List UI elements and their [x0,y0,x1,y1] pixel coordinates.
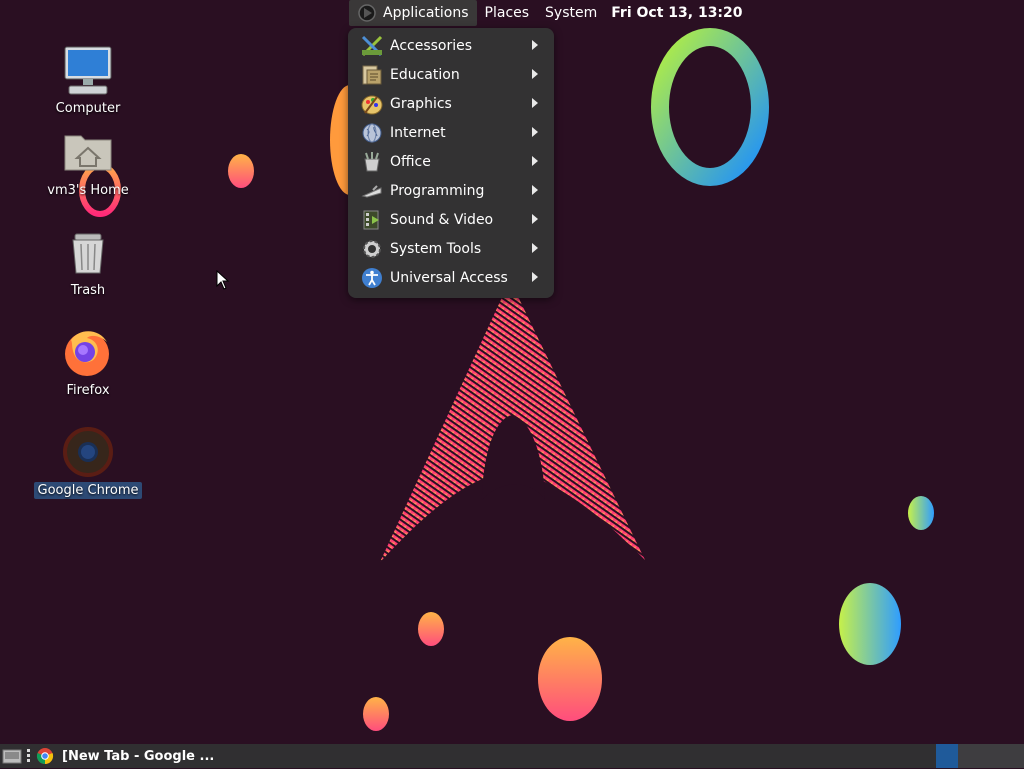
menu-item-programming[interactable]: Programming [348,176,554,205]
menu-item-graphics[interactable]: Graphics [348,89,554,118]
submenu-arrow-icon [532,243,538,253]
system-menu-button[interactable]: System [537,0,605,26]
show-desktop-button[interactable] [2,747,22,765]
desktop-icon-label: Trash [70,283,106,298]
desktop-icon-label: Firefox [66,383,110,398]
applications-menu-label: Applications [383,5,469,21]
desktop-icon-label: Computer [55,101,121,116]
firefox-icon [61,326,115,380]
menu-item-label: Education [390,66,460,83]
mouse-cursor-icon [216,270,230,290]
top-panel: Applications Places System Fri Oct 13, 1… [0,0,1024,26]
office-icon [361,151,383,173]
menu-item-education[interactable]: Education [348,60,554,89]
chrome-icon [61,426,115,480]
system-tools-gear-icon [361,238,383,260]
menu-item-internet[interactable]: Internet [348,118,554,147]
computer-icon [61,44,115,98]
menu-item-label: Universal Access [390,269,508,286]
submenu-arrow-icon [532,98,538,108]
applications-menu: Accessories Education Graphics Internet … [348,28,554,298]
programming-icon [361,180,383,202]
places-menu-button[interactable]: Places [477,0,538,26]
menu-item-accessories[interactable]: Accessories [348,31,554,60]
desktop-icon-trash[interactable]: Trash [38,226,138,299]
submenu-arrow-icon [532,127,538,137]
menu-item-label: Programming [390,182,485,199]
submenu-arrow-icon [532,156,538,166]
desktop-icon-label: Google Chrome [33,482,143,499]
workspace-1[interactable] [936,744,958,768]
menu-item-label: Graphics [390,95,452,112]
applications-menu-button[interactable]: Applications [349,0,477,26]
show-desktop-icon [2,749,22,764]
panel-drag-handle[interactable] [27,749,31,763]
clock[interactable]: Fri Oct 13, 13:20 [605,5,754,21]
menu-item-sound-video[interactable]: Sound & Video [348,205,554,234]
trash-icon [61,226,115,280]
menu-item-system-tools[interactable]: System Tools [348,234,554,263]
workspace-2[interactable] [958,744,1024,768]
menu-item-label: Sound & Video [390,211,494,228]
desktop-icon-firefox[interactable]: Firefox [38,326,138,399]
desktop-icon-google-chrome[interactable]: Google Chrome [33,426,143,499]
submenu-arrow-icon [532,69,538,79]
chrome-icon [36,748,54,765]
menu-item-office[interactable]: Office [348,147,554,176]
graphics-icon [361,93,383,115]
menu-item-label: System Tools [390,240,482,257]
top-menubar: Applications Places System Fri Oct 13, 1… [349,0,755,26]
submenu-arrow-icon [532,214,538,224]
education-icon [361,64,383,86]
menu-item-label: Internet [390,124,446,141]
home-folder-icon [61,126,115,180]
desktop-icon-label: vm3's Home [47,183,129,198]
menu-item-label: Accessories [390,37,473,54]
accessories-icon [361,35,383,57]
desktop-icon-computer[interactable]: Computer [38,44,138,117]
submenu-arrow-icon [532,272,538,282]
universal-access-icon [361,267,383,289]
submenu-arrow-icon [532,185,538,195]
taskbar-window-title: [New Tab - Google ... [62,748,215,764]
menu-item-universal-access[interactable]: Universal Access [348,263,554,292]
submenu-arrow-icon [532,40,538,50]
taskbar-window-button[interactable]: [New Tab - Google ... [36,744,214,768]
menu-item-label: Office [390,153,431,170]
sound-video-icon [361,209,383,231]
desktop-icon-home[interactable]: vm3's Home [38,126,138,199]
internet-globe-icon [361,122,383,144]
bottom-panel: [New Tab - Google ... [0,744,1024,768]
system-logo-icon [357,3,377,23]
